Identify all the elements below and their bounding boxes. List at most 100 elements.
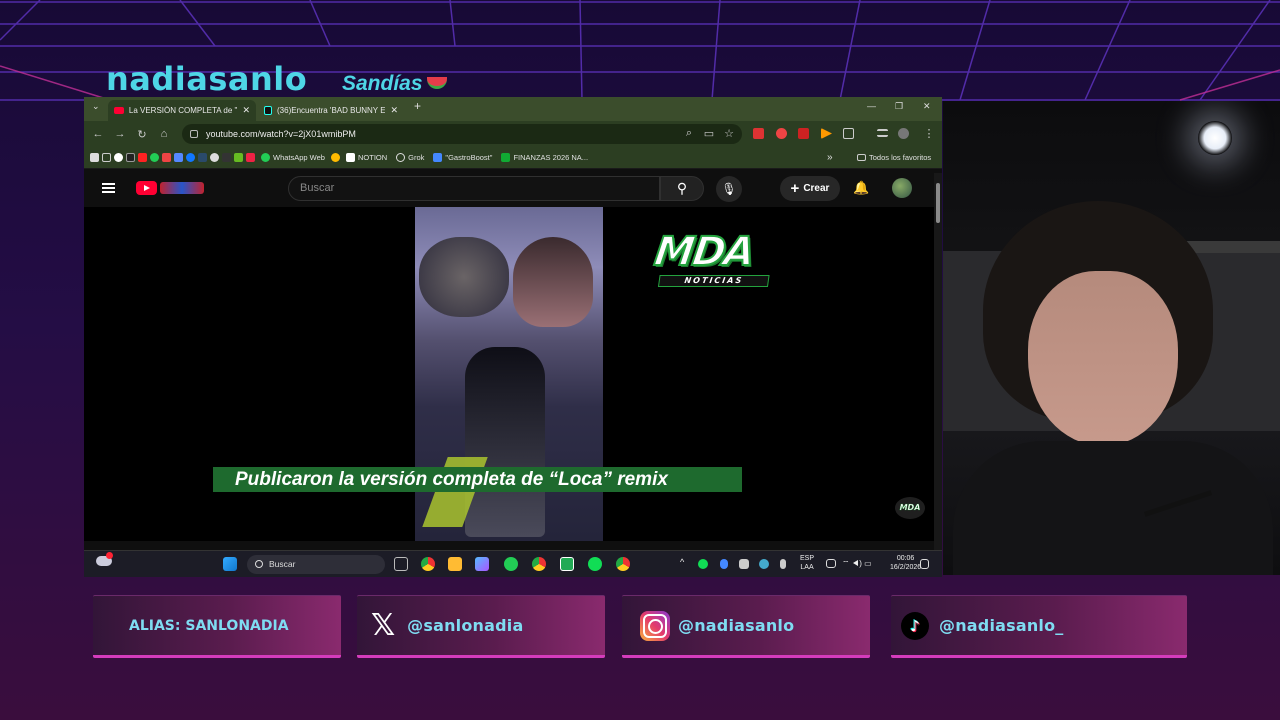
tray-app-2-icon[interactable]	[759, 559, 769, 569]
back-icon[interactable]: ←	[87, 128, 109, 140]
weather-icon[interactable]	[96, 552, 113, 566]
tab-youtube[interactable]: La VERSIÓN COMPLETA de "LOCA ✕	[108, 100, 256, 121]
chrome-profile-2-icon[interactable]	[616, 557, 630, 571]
voice-search-button[interactable]: 🎙	[716, 176, 742, 202]
bookmark-green-icon[interactable]	[234, 153, 243, 162]
address-bar[interactable]: youtube.com/watch?v=2jX01wmibPM	[182, 124, 742, 144]
threads-icon[interactable]	[210, 153, 219, 162]
pdf-extension-icon[interactable]	[798, 128, 809, 139]
x-logo-icon: 𝕏	[371, 608, 396, 643]
close-tab-icon[interactable]: ✕	[390, 105, 398, 116]
taskbar-search[interactable]: Buscar	[247, 555, 385, 574]
start-windows-icon[interactable]	[223, 557, 237, 571]
steam-icon[interactable]	[198, 153, 207, 162]
google-icon[interactable]	[114, 153, 123, 162]
maximize-icon[interactable]: ❐	[895, 101, 903, 112]
whatsapp-icon[interactable]	[150, 153, 159, 162]
search-button[interactable]: ⚲	[660, 176, 704, 201]
instagram-handle: @nadiasanlo	[678, 616, 795, 635]
forward-icon[interactable]: →	[109, 128, 131, 140]
bookmark-gastroboost[interactable]: "GastroBoost"	[430, 153, 495, 162]
bookmark-s-icon[interactable]	[222, 153, 231, 162]
browser-window: ⌄ La VERSIÓN COMPLETA de "LOCA ✕ (36)Enc…	[84, 97, 942, 577]
reading-list-icon[interactable]	[877, 129, 888, 137]
close-window-icon[interactable]: ✕	[923, 101, 931, 112]
cast-icon[interactable]: ▭	[698, 127, 720, 140]
youtube-icon[interactable]	[138, 153, 147, 162]
spotify-tray-icon[interactable]	[698, 559, 708, 569]
gmail-icon[interactable]	[162, 153, 171, 162]
home-icon[interactable]: ⌂	[153, 128, 175, 140]
bookmark-icon[interactable]	[90, 153, 99, 162]
reload-icon[interactable]: ↻	[131, 128, 153, 141]
network-volume-battery-icon[interactable]: ⌔ ◀) ▭	[842, 559, 872, 568]
notifications-icon[interactable]	[920, 559, 929, 569]
app-green-icon[interactable]	[560, 557, 574, 571]
mda-logo-text: MDA	[651, 228, 757, 276]
bookmark-star-icon[interactable]: ☆	[718, 127, 740, 140]
clock[interactable]: 00:06 16/2/2026	[890, 554, 921, 572]
apps-grid-icon[interactable]	[102, 153, 111, 162]
bookmark-yellow-icon[interactable]	[330, 153, 340, 162]
scrollbar-thumb[interactable]	[936, 183, 940, 223]
youtube-logo-icon[interactable]	[136, 181, 157, 195]
bookmark-notion[interactable]: NOTION	[343, 153, 390, 162]
bluetooth-icon[interactable]	[720, 559, 728, 569]
windows-taskbar: Buscar ^ ESP LAA ⌔ ◀) ▭ 00:06 16/2/2026	[84, 550, 942, 577]
extension-icon[interactable]	[776, 128, 787, 139]
youtube-doodle-icon[interactable]	[160, 182, 204, 194]
spotify-icon[interactable]	[588, 557, 602, 571]
task-view-icon[interactable]	[394, 557, 408, 571]
zoom-icon[interactable]: ⌕	[678, 127, 700, 140]
notifications-bell-icon[interactable]: 🔔	[853, 180, 869, 196]
tab-tiktok[interactable]: (36)Encuentra 'BAD BUNNY EN ✕	[258, 100, 404, 121]
bookmark-whatsapp-web[interactable]: WhatsApp Web	[258, 153, 328, 162]
tiktok-logo-icon: ♪	[901, 611, 929, 640]
x-icon[interactable]	[126, 153, 135, 162]
all-bookmarks-folder[interactable]: Todos los favoritos	[854, 153, 934, 162]
streamer	[953, 201, 1273, 575]
tab-search-icon[interactable]: ⌄	[92, 101, 100, 112]
tray-expand-icon[interactable]: ^	[680, 558, 684, 567]
menu-kebab-icon[interactable]: ⋮	[918, 127, 940, 140]
more-bookmarks-icon[interactable]: »	[824, 152, 836, 163]
language-indicator[interactable]: ESP LAA	[800, 554, 814, 572]
file-explorer-icon[interactable]	[448, 557, 462, 571]
clock-time: 00:06	[896, 555, 915, 562]
extensions-puzzle-icon[interactable]	[843, 128, 854, 139]
site-info-icon[interactable]	[190, 130, 198, 138]
tab-title: La VERSIÓN COMPLETA de "LOCA	[128, 106, 238, 115]
minimize-icon[interactable]: —	[867, 101, 876, 111]
docs-icon[interactable]	[174, 153, 183, 162]
bookmark-label: FINANZAS 2026 NA...	[513, 153, 589, 162]
video-flowers	[419, 237, 509, 317]
copilot-icon[interactable]	[475, 557, 489, 571]
account-avatar[interactable]	[892, 178, 912, 198]
chrome-icon[interactable]	[421, 557, 435, 571]
microphone-tray-icon[interactable]	[780, 559, 786, 569]
whatsapp-icon	[261, 153, 270, 162]
navigation-bar: ← → ↻ ⌂ youtube.com/watch?v=2jX01wmibPM …	[84, 121, 942, 147]
menu-hamburger-icon[interactable]	[102, 183, 115, 193]
youtube-search-input[interactable]: Buscar	[288, 176, 660, 201]
create-button[interactable]: + Crear	[780, 176, 840, 201]
channel-subtitle: Sandías	[342, 72, 447, 96]
adblock-extension-icon[interactable]	[753, 128, 764, 139]
profile-avatar-icon[interactable]	[898, 128, 909, 139]
video-player[interactable]: MDA NOTICIAS Publicaron la versión compl…	[84, 207, 942, 541]
page-scrollbar[interactable]	[934, 173, 942, 550]
display-icon[interactable]	[826, 559, 836, 568]
grok-icon	[396, 153, 406, 162]
whatsapp-icon[interactable]	[504, 557, 518, 571]
new-tab-icon[interactable]: +	[414, 99, 421, 113]
bookmark-grok[interactable]: Grok	[393, 153, 427, 162]
play-extension-icon[interactable]	[821, 128, 832, 139]
tray-app-icon[interactable]	[739, 559, 749, 569]
close-tab-icon[interactable]: ✕	[242, 105, 250, 116]
bookmark-finanzas[interactable]: FINANZAS 2026 NA...	[498, 153, 591, 162]
facebook-icon[interactable]	[186, 153, 195, 162]
language-code: ESP	[800, 555, 815, 562]
bookmark-red-icon[interactable]	[246, 153, 255, 162]
chrome-profile-icon[interactable]	[532, 557, 546, 571]
noticias-logo-text: NOTICIAS	[657, 275, 770, 287]
